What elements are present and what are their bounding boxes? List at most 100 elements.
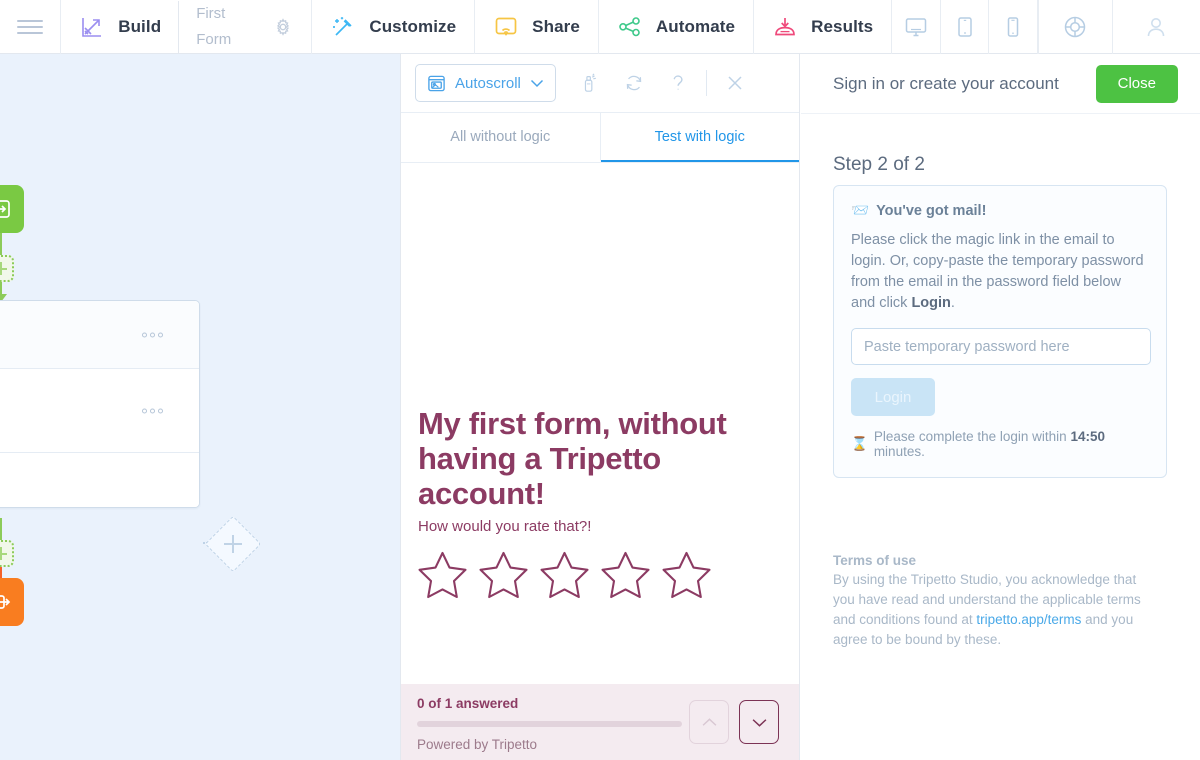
- chevron-up-icon: [702, 717, 716, 726]
- canvas-add-block-bottom[interactable]: [0, 540, 14, 567]
- mailbox-instructions-part1: Please click the magic link in the email…: [851, 232, 1144, 311]
- card-row-footer[interactable]: [0, 453, 199, 507]
- form-preview-pane: Autoscroll All without logic Test with l…: [400, 54, 800, 760]
- build-icon: [79, 14, 105, 40]
- canvas-connector: [0, 567, 2, 578]
- autoscroll-dropdown[interactable]: Autoscroll: [415, 64, 556, 102]
- temporary-password-input[interactable]: [851, 328, 1151, 365]
- star-icon[interactable]: [660, 549, 713, 599]
- tablet-icon: [953, 15, 977, 39]
- close-icon: [728, 76, 742, 90]
- hamburger-menu-button[interactable]: [0, 0, 62, 54]
- star-icon[interactable]: [477, 549, 530, 599]
- star-rating-input[interactable]: [416, 549, 713, 599]
- card-row-header[interactable]: [0, 301, 199, 369]
- results-icon: [772, 15, 798, 39]
- form-title: My first form, without having a Tripetto…: [418, 406, 727, 511]
- form-question-label: How would you rate that?!: [418, 518, 592, 535]
- mailbox-instructions-part2: .: [950, 295, 955, 311]
- gear-icon[interactable]: [273, 17, 293, 37]
- login-timer-suffix: minutes.: [873, 444, 925, 459]
- mobile-icon: [1001, 15, 1025, 39]
- mail-emoji-icon: 📨: [851, 203, 870, 219]
- device-view-mobile-button[interactable]: [989, 0, 1039, 54]
- signin-panel-title: Sign in or create your account: [833, 73, 1059, 93]
- automate-icon: [617, 15, 643, 39]
- nav-item-customize[interactable]: Customize: [312, 0, 476, 54]
- question-mark-icon: [673, 75, 683, 90]
- star-icon[interactable]: [599, 549, 652, 599]
- canvas-connector: [0, 518, 2, 540]
- cast-icon: [493, 15, 519, 39]
- login-timer: ⌛ Please complete the login within 14:50…: [851, 429, 1149, 459]
- previous-question-button[interactable]: [689, 700, 729, 744]
- mailbox-instructions-bold: Login: [911, 295, 951, 311]
- wand-icon: [330, 14, 356, 40]
- device-view-desktop-button[interactable]: [892, 0, 941, 54]
- nav-label-build: Build: [118, 17, 162, 36]
- terms-of-use-section: Terms of use By using the Tripetto Studi…: [833, 553, 1153, 650]
- canvas-add-branch-button[interactable]: [204, 515, 262, 573]
- preview-help-button[interactable]: [656, 64, 700, 102]
- preview-close-button[interactable]: [713, 64, 757, 102]
- terms-link[interactable]: tripetto.app/terms: [976, 612, 1081, 627]
- nav-label-results: Results: [811, 17, 874, 36]
- help-button[interactable]: [1038, 0, 1113, 54]
- more-options-icon[interactable]: [142, 332, 163, 337]
- nav-item-automate[interactable]: Automate: [599, 0, 755, 54]
- canvas-start-block[interactable]: [0, 185, 24, 233]
- progress-bar: [417, 721, 682, 727]
- star-icon[interactable]: [416, 549, 469, 599]
- tab-test-with-logic[interactable]: Test with logic: [600, 113, 799, 162]
- start-block-icon: [0, 200, 10, 218]
- preview-form-body: My first form, without having a Tripetto…: [401, 163, 799, 760]
- terms-body: By using the Tripetto Studio, you acknow…: [833, 570, 1153, 650]
- chevron-down-icon: [752, 718, 766, 727]
- lifebuoy-icon: [1062, 14, 1088, 40]
- terms-heading: Terms of use: [833, 553, 917, 568]
- form-builder-canvas[interactable]: m, without having ccount!: [0, 54, 400, 760]
- nav-label-customize: Customize: [369, 17, 457, 36]
- form-name-label: First Form: [178, 1, 240, 53]
- next-question-button[interactable]: [739, 700, 779, 744]
- preview-toolbar: Autoscroll: [401, 54, 799, 113]
- restart-icon: [626, 75, 642, 91]
- desktop-icon: [904, 15, 928, 39]
- spray-clear-icon: [584, 73, 596, 92]
- chevron-down-icon: [530, 78, 544, 88]
- login-button[interactable]: Login: [851, 378, 935, 416]
- tab-all-without-logic[interactable]: All without logic: [401, 113, 601, 162]
- mailbox-heading: 📨 You've got mail!: [851, 202, 1149, 220]
- hourglass-emoji-icon: ⌛: [851, 436, 868, 451]
- device-view-tablet-button[interactable]: [941, 0, 990, 54]
- login-timer-value: 14:50: [1070, 429, 1105, 444]
- clear-button[interactable]: [568, 64, 612, 102]
- toolbar-divider: [705, 70, 707, 96]
- nav-label-share: Share: [532, 17, 580, 36]
- nav-item-share[interactable]: Share: [475, 0, 599, 54]
- mailbox-heading-label: You've got mail!: [876, 202, 987, 219]
- restart-button[interactable]: [612, 64, 656, 102]
- nav-label-automate: Automate: [655, 17, 736, 36]
- top-navigation-bar: Build First Form Customize Share Automat…: [0, 0, 1200, 54]
- autoscroll-label: Autoscroll: [455, 74, 521, 92]
- close-button[interactable]: Close: [1095, 64, 1178, 103]
- nav-item-results[interactable]: Results: [754, 0, 893, 54]
- account-button[interactable]: [1113, 0, 1200, 54]
- signin-panel: Sign in or create your account Close Ste…: [801, 54, 1200, 760]
- preview-footer: 0 of 1 answered Powered by Tripetto: [401, 684, 799, 760]
- nav-item-build[interactable]: Build First Form: [61, 0, 313, 54]
- user-avatar-icon: [1143, 14, 1169, 40]
- canvas-block-card[interactable]: m, without having ccount!: [0, 300, 200, 508]
- login-timer-text: Please complete the login within 14:50 m…: [874, 429, 1149, 459]
- mailbox-instructions: Please click the magic link in the email…: [851, 230, 1149, 314]
- preview-tabs: All without logic Test with logic: [401, 113, 799, 163]
- star-icon[interactable]: [538, 549, 591, 599]
- more-options-icon[interactable]: [142, 408, 163, 413]
- canvas-end-block[interactable]: [0, 578, 24, 626]
- signin-panel-header: Sign in or create your account Close: [801, 54, 1200, 114]
- magic-link-box: 📨 You've got mail! Please click the magi…: [833, 185, 1167, 478]
- canvas-connector: [0, 233, 2, 255]
- card-row-question[interactable]: m, without having ccount!: [0, 369, 199, 453]
- canvas-add-block-top[interactable]: [0, 255, 14, 282]
